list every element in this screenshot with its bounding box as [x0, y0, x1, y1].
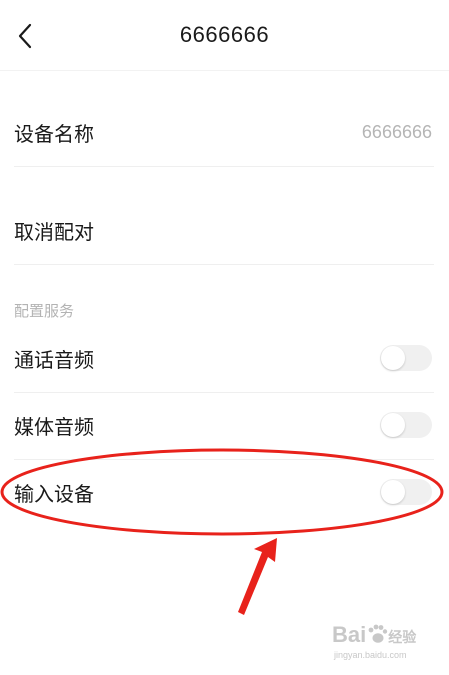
paw-icon	[368, 624, 388, 643]
toggle-knob	[381, 480, 405, 504]
service-row-input-device: 输入设备	[14, 472, 434, 512]
top-bar: 6666666	[0, 0, 449, 71]
unpair-row[interactable]: 取消配对	[14, 210, 434, 250]
page-title: 6666666	[179, 22, 270, 47]
toggle-knob	[381, 413, 405, 437]
watermark: Bai 经验 jingyan.baidu.com	[332, 622, 417, 660]
service-row-media-audio: 媒体音频	[14, 405, 434, 445]
section-header-services: 配置服务	[14, 302, 75, 320]
call-audio-toggle[interactable]	[380, 345, 432, 371]
device-name-row[interactable]: 设备名称 6666666	[14, 112, 434, 152]
divider	[14, 459, 434, 460]
divider	[14, 392, 434, 393]
media-audio-toggle[interactable]	[380, 412, 432, 438]
service-row-call-audio: 通话音频	[14, 338, 434, 378]
device-name-value: 6666666	[361, 121, 432, 142]
input-device-toggle[interactable]	[380, 479, 432, 505]
watermark-suffix: 经验	[388, 630, 417, 646]
toggle-knob	[381, 346, 405, 370]
watermark-brand: Bai	[332, 622, 367, 647]
divider	[14, 166, 434, 167]
service-label: 媒体音频	[14, 414, 94, 439]
watermark-url: jingyan.baidu.com	[334, 650, 407, 660]
unpair-label: 取消配对	[14, 219, 94, 244]
device-name-label: 设备名称	[14, 121, 94, 146]
service-label: 通话音频	[14, 347, 94, 372]
annotation-arrow	[238, 538, 277, 615]
service-label: 输入设备	[14, 481, 94, 506]
divider	[14, 264, 434, 265]
